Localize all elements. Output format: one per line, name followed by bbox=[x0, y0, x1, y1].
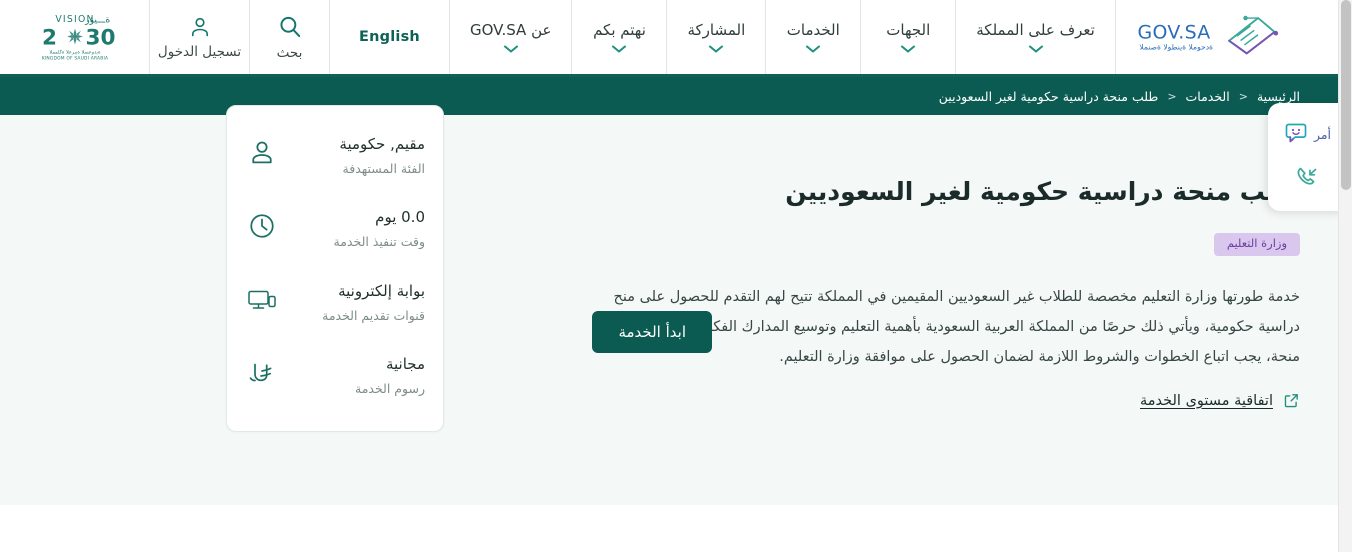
svg-text:ةـــيؤر: ةـــيؤر bbox=[84, 14, 110, 25]
nav-item-participation[interactable]: المشاركة bbox=[667, 0, 767, 74]
info-row-fees: مجانية رسوم الخدمة bbox=[245, 338, 425, 411]
nav-label: الخدمات bbox=[786, 21, 840, 39]
nav-label: تعرف على المملكة bbox=[976, 21, 1095, 39]
svg-text:30: 30 bbox=[85, 25, 115, 50]
info-value: مقيم, حكومية bbox=[339, 135, 425, 153]
service-info-card: مقيم, حكومية الفئة المستهدفة 0.0 يوم وقت… bbox=[226, 105, 444, 432]
riyal-icon-wrap bbox=[245, 354, 279, 392]
login-button[interactable]: تسجيل الدخول bbox=[150, 0, 250, 74]
svg-text:ةيدوعسلا ةيبرعلا ةكلمملا: ةيدوعسلا ةيبرعلا ةكلمملا bbox=[49, 50, 101, 56]
breadcrumb: الرئيسية < الخدمات < طلب منحة دراسية حكو… bbox=[939, 89, 1300, 104]
page-scrollbar[interactable] bbox=[1338, 0, 1352, 552]
nav-item-entities[interactable]: الجهات bbox=[861, 0, 957, 74]
chevron-down-icon bbox=[709, 45, 724, 53]
search-button[interactable]: بحث bbox=[250, 0, 330, 74]
riyal-icon bbox=[249, 363, 272, 382]
info-value: مجانية bbox=[385, 354, 425, 373]
breadcrumb-bar: الرئيسية < الخدمات < طلب منحة دراسية حكو… bbox=[0, 77, 1352, 115]
nav-label: نهتم بكم bbox=[593, 21, 646, 39]
info-value: بوابة إلكترونية bbox=[338, 281, 425, 300]
devices-icon-wrap bbox=[245, 281, 279, 319]
clock-icon bbox=[250, 214, 274, 238]
language-label: English bbox=[359, 29, 420, 45]
info-label: الفئة المستهدفة bbox=[342, 161, 425, 176]
scrollbar-thumb[interactable] bbox=[1341, 0, 1351, 190]
nav-item-about-govsa[interactable]: عن GOV.SA bbox=[450, 0, 573, 74]
chat-assistant-button[interactable]: أمر bbox=[1268, 113, 1346, 155]
sla-link[interactable]: اتفاقية مستوى الخدمة bbox=[1140, 393, 1273, 409]
phone-callback-icon bbox=[1297, 167, 1317, 185]
external-link-icon bbox=[1284, 394, 1298, 408]
nav-label: المشاركة bbox=[687, 21, 746, 39]
chat-assistant-label: أمر bbox=[1313, 126, 1332, 142]
person-icon-wrap bbox=[245, 134, 279, 172]
chat-bubble-smile-icon bbox=[1285, 123, 1307, 143]
nav-item-services[interactable]: الخدمات bbox=[766, 0, 862, 74]
info-value: 0.0 يوم bbox=[375, 208, 425, 227]
vision-2030-logo-cell[interactable]: VISION ةـــيؤر 2 30 ةيدوعسلا ةيبرعلا ةكل… bbox=[0, 0, 150, 74]
svg-text:GOV.SA: GOV.SA bbox=[1137, 21, 1210, 43]
page-title: طلب منحة دراسية حكومية لغير السعوديين bbox=[785, 177, 1300, 206]
search-icon bbox=[279, 16, 300, 37]
svg-text:KINGDOM OF SAUDI ARABIA: KINGDOM OF SAUDI ARABIA bbox=[41, 56, 107, 62]
callback-request-button[interactable] bbox=[1268, 155, 1346, 199]
info-row-target-audience: مقيم, حكومية الفئة المستهدفة bbox=[245, 118, 425, 191]
chevron-down-icon bbox=[503, 45, 518, 53]
info-row-channels: بوابة إلكترونية قنوات تقديم الخدمة bbox=[245, 265, 425, 338]
page-bottom-area bbox=[0, 505, 1352, 552]
page-root: VISION ةـــيؤر 2 30 ةيدوعسلا ةيبرعلا ةكل… bbox=[0, 0, 1352, 552]
service-details: طلب منحة دراسية حكومية لغير السعوديين وز… bbox=[592, 115, 1352, 409]
info-label: قنوات تقديم الخدمة bbox=[322, 307, 425, 323]
govsa-logo-home-link[interactable]: GOV.SA ةدحوملا ةينطولا ةصنملا bbox=[1116, 0, 1298, 74]
chevron-down-icon bbox=[1028, 45, 1043, 53]
info-label: وقت تنفيذ الخدمة bbox=[333, 234, 425, 250]
devices-icon bbox=[248, 290, 276, 309]
login-label: تسجيل الدخول bbox=[157, 43, 242, 60]
user-icon bbox=[191, 17, 208, 36]
nav-label: الجهات bbox=[886, 21, 931, 39]
chevron-down-icon bbox=[806, 45, 821, 53]
svg-text:ةدحوملا ةينطولا ةصنملا: ةدحوملا ةينطولا ةصنملا bbox=[1139, 43, 1213, 52]
ministry-badge: وزارة التعليم bbox=[1213, 232, 1300, 256]
chevron-down-icon bbox=[901, 45, 916, 53]
chevron-down-icon bbox=[612, 45, 627, 53]
search-label: بحث bbox=[276, 44, 303, 61]
breadcrumb-separator: < bbox=[1238, 89, 1248, 103]
info-row-processing-time: 0.0 يوم وقت تنفيذ الخدمة bbox=[245, 191, 425, 264]
nav-label: عن GOV.SA bbox=[470, 21, 552, 39]
breadcrumb-item-home[interactable]: الرئيسية bbox=[1257, 89, 1300, 104]
svg-text:2: 2 bbox=[42, 25, 57, 50]
info-label: رسوم الخدمة bbox=[355, 380, 425, 396]
breadcrumb-separator: < bbox=[1167, 89, 1177, 103]
clock-icon-wrap bbox=[245, 207, 279, 245]
service-hero: طلب منحة دراسية حكومية لغير السعوديين وز… bbox=[0, 105, 1352, 540]
breadcrumb-item-services[interactable]: الخدمات bbox=[1186, 89, 1230, 104]
sla-row: اتفاقية مستوى الخدمة bbox=[592, 392, 1300, 409]
start-service-button[interactable]: ابدأ الخدمة bbox=[592, 311, 712, 353]
govsa-logo: GOV.SA ةدحوملا ةينطولا ةصنملا bbox=[1137, 15, 1278, 55]
floating-support-widget: أمر bbox=[1268, 103, 1346, 211]
language-switch-button[interactable]: English bbox=[330, 0, 450, 74]
breadcrumb-item-current: طلب منحة دراسية حكومية لغير السعوديين bbox=[938, 88, 1159, 104]
vision-2030-logo: VISION ةـــيؤر 2 30 ةيدوعسلا ةيبرعلا ةكل… bbox=[41, 14, 115, 62]
person-icon bbox=[252, 141, 272, 164]
nav-item-discover-kingdom[interactable]: تعرف على المملكة bbox=[956, 0, 1116, 74]
site-header: VISION ةـــيؤر 2 30 ةيدوعسلا ةيبرعلا ةكل… bbox=[0, 0, 1352, 77]
nav-item-we-care[interactable]: نهتم بكم bbox=[572, 0, 668, 74]
